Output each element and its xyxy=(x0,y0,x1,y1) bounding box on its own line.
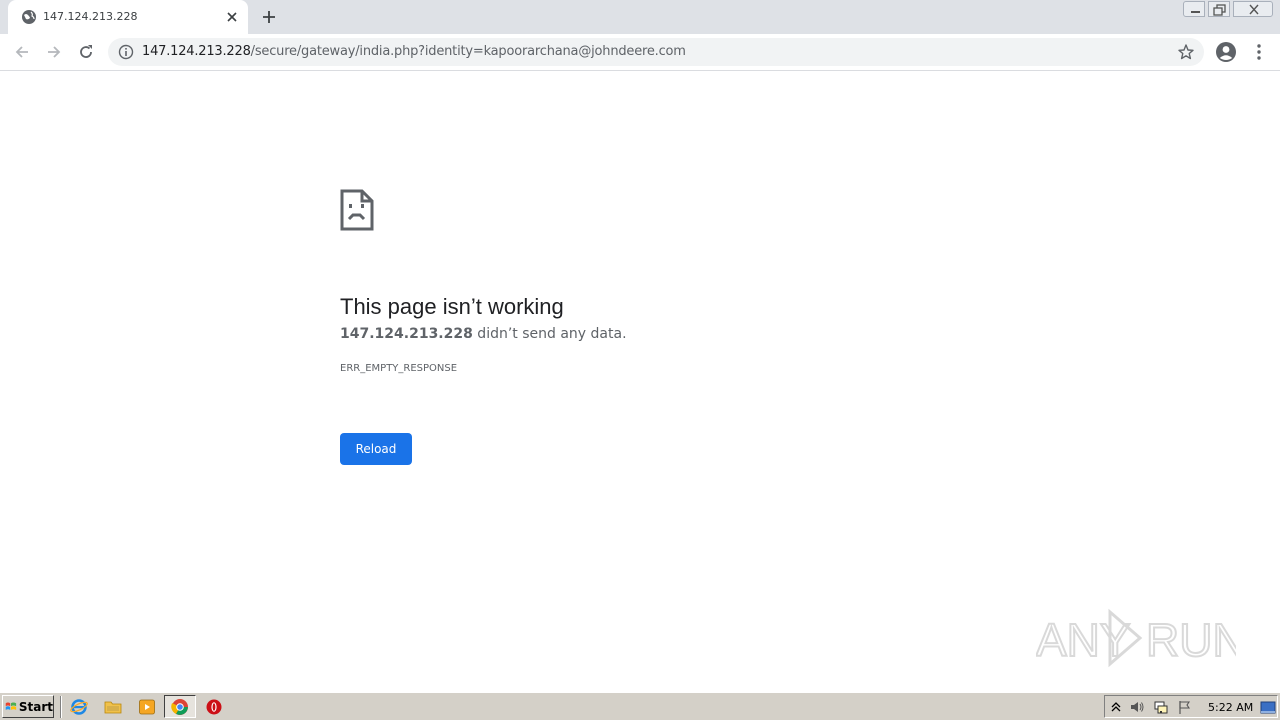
minimize-button[interactable] xyxy=(1183,1,1205,17)
minimize-icon xyxy=(1191,11,1200,13)
window-close-button[interactable] xyxy=(1233,1,1273,17)
error-message: didn’t send any data. xyxy=(472,326,627,342)
bookmark-star-icon[interactable] xyxy=(1177,43,1195,61)
error-code: ERR_EMPTY_RESPONSE xyxy=(340,363,458,374)
close-icon[interactable] xyxy=(225,10,239,24)
more-menu-icon[interactable] xyxy=(1250,42,1268,62)
close-icon xyxy=(1249,4,1259,15)
file-explorer-icon[interactable] xyxy=(104,698,122,716)
tab-title: 147.124.213.228 xyxy=(43,10,138,23)
tab-strip: 147.124.213.228 xyxy=(0,0,1280,34)
error-host: 147.124.213.228 xyxy=(340,326,473,342)
restore-icon xyxy=(1213,4,1226,16)
anyrun-watermark-logo: ANY RUN xyxy=(1036,608,1236,668)
url-path: /secure/gateway/india.php?identity=kapoo… xyxy=(250,44,686,59)
reload-button[interactable]: Reload xyxy=(340,433,412,465)
url-text: 147.124.213.228/secure/gateway/india.php… xyxy=(142,44,686,59)
forward-arrow-icon[interactable] xyxy=(44,42,64,62)
restore-button[interactable] xyxy=(1208,1,1230,17)
address-bar[interactable]: 147.124.213.228/secure/gateway/india.php… xyxy=(108,38,1204,66)
show-desktop-icon[interactable] xyxy=(1260,700,1276,716)
error-title: This page isn’t working xyxy=(340,293,564,319)
chrome-icon xyxy=(171,699,188,715)
profile-avatar-icon[interactable] xyxy=(1215,41,1237,63)
sad-page-icon xyxy=(340,189,374,231)
url-host: 147.124.213.228 xyxy=(142,44,251,59)
reload-icon[interactable] xyxy=(76,42,96,62)
globe-icon xyxy=(22,10,36,24)
new-tab-icon[interactable] xyxy=(260,8,278,26)
svg-text:RUN: RUN xyxy=(1146,614,1236,666)
windows-logo-icon xyxy=(5,702,17,710)
start-label: Start xyxy=(18,699,53,714)
start-button[interactable]: Start xyxy=(2,695,54,718)
volume-icon[interactable] xyxy=(1129,699,1145,715)
internet-explorer-icon[interactable] xyxy=(70,698,88,716)
show-hidden-icons-icon[interactable] xyxy=(1108,699,1124,715)
info-icon[interactable] xyxy=(118,44,134,60)
error-description: 147.124.213.228 didn’t send any data. xyxy=(340,326,627,342)
taskbar-chrome-button[interactable] xyxy=(164,695,196,718)
browser-toolbar: 147.124.213.228/secure/gateway/india.php… xyxy=(0,34,1280,71)
opera-icon[interactable] xyxy=(205,698,223,716)
action-center-flag-icon[interactable] xyxy=(1177,699,1193,715)
back-arrow-icon[interactable] xyxy=(12,42,32,62)
network-icon[interactable] xyxy=(1153,699,1169,715)
media-player-icon[interactable] xyxy=(138,698,156,716)
taskbar-divider xyxy=(60,696,62,718)
browser-tab[interactable]: 147.124.213.228 xyxy=(8,0,248,34)
taskbar-clock[interactable]: 5:22 AM xyxy=(1208,701,1253,714)
taskbar: Start 5:22 AM xyxy=(0,692,1280,720)
